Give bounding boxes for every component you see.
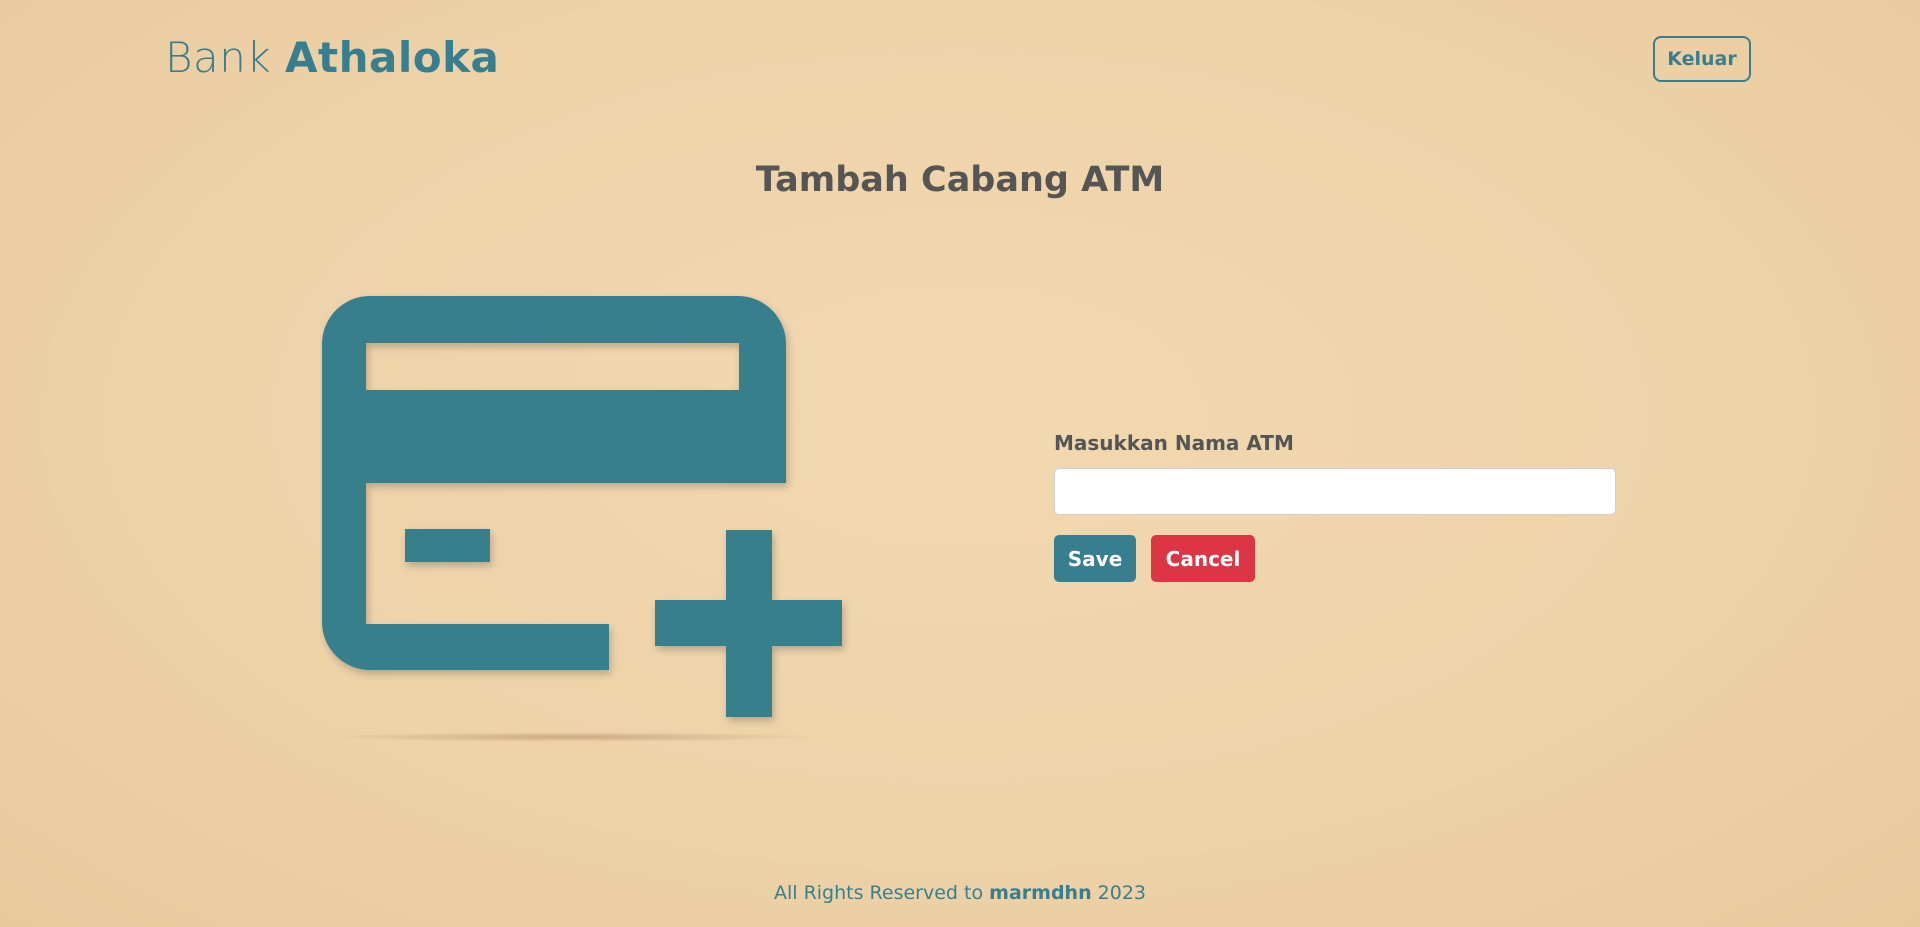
add-card-icon <box>320 296 842 742</box>
page-title: Tambah Cabang ATM <box>755 160 1165 200</box>
atm-name-label: Masukkan Nama ATM <box>1054 431 1294 455</box>
cancel-button[interactable]: Cancel <box>1151 535 1255 582</box>
footer-owner: marmdhn <box>989 882 1092 904</box>
footer-year: 2023 <box>1097 882 1147 904</box>
atm-name-input[interactable] <box>1054 468 1616 515</box>
logout-button[interactable]: Keluar <box>1653 36 1751 82</box>
form-actions: Save Cancel <box>1054 535 1616 582</box>
brand-prefix: Bank <box>165 33 272 82</box>
brand-name: Athaloka <box>285 33 500 82</box>
footer-prefix: All Rights Reserved to <box>773 882 984 904</box>
brand-logo[interactable]: Bank Athaloka <box>165 30 499 86</box>
footer-copyright: All Rights Reserved to marmdhn 2023 <box>0 878 1920 908</box>
add-card-illustration <box>320 286 860 746</box>
save-button[interactable]: Save <box>1054 535 1136 582</box>
add-atm-form: Masukkan Nama ATM Save Cancel <box>1054 428 1616 582</box>
